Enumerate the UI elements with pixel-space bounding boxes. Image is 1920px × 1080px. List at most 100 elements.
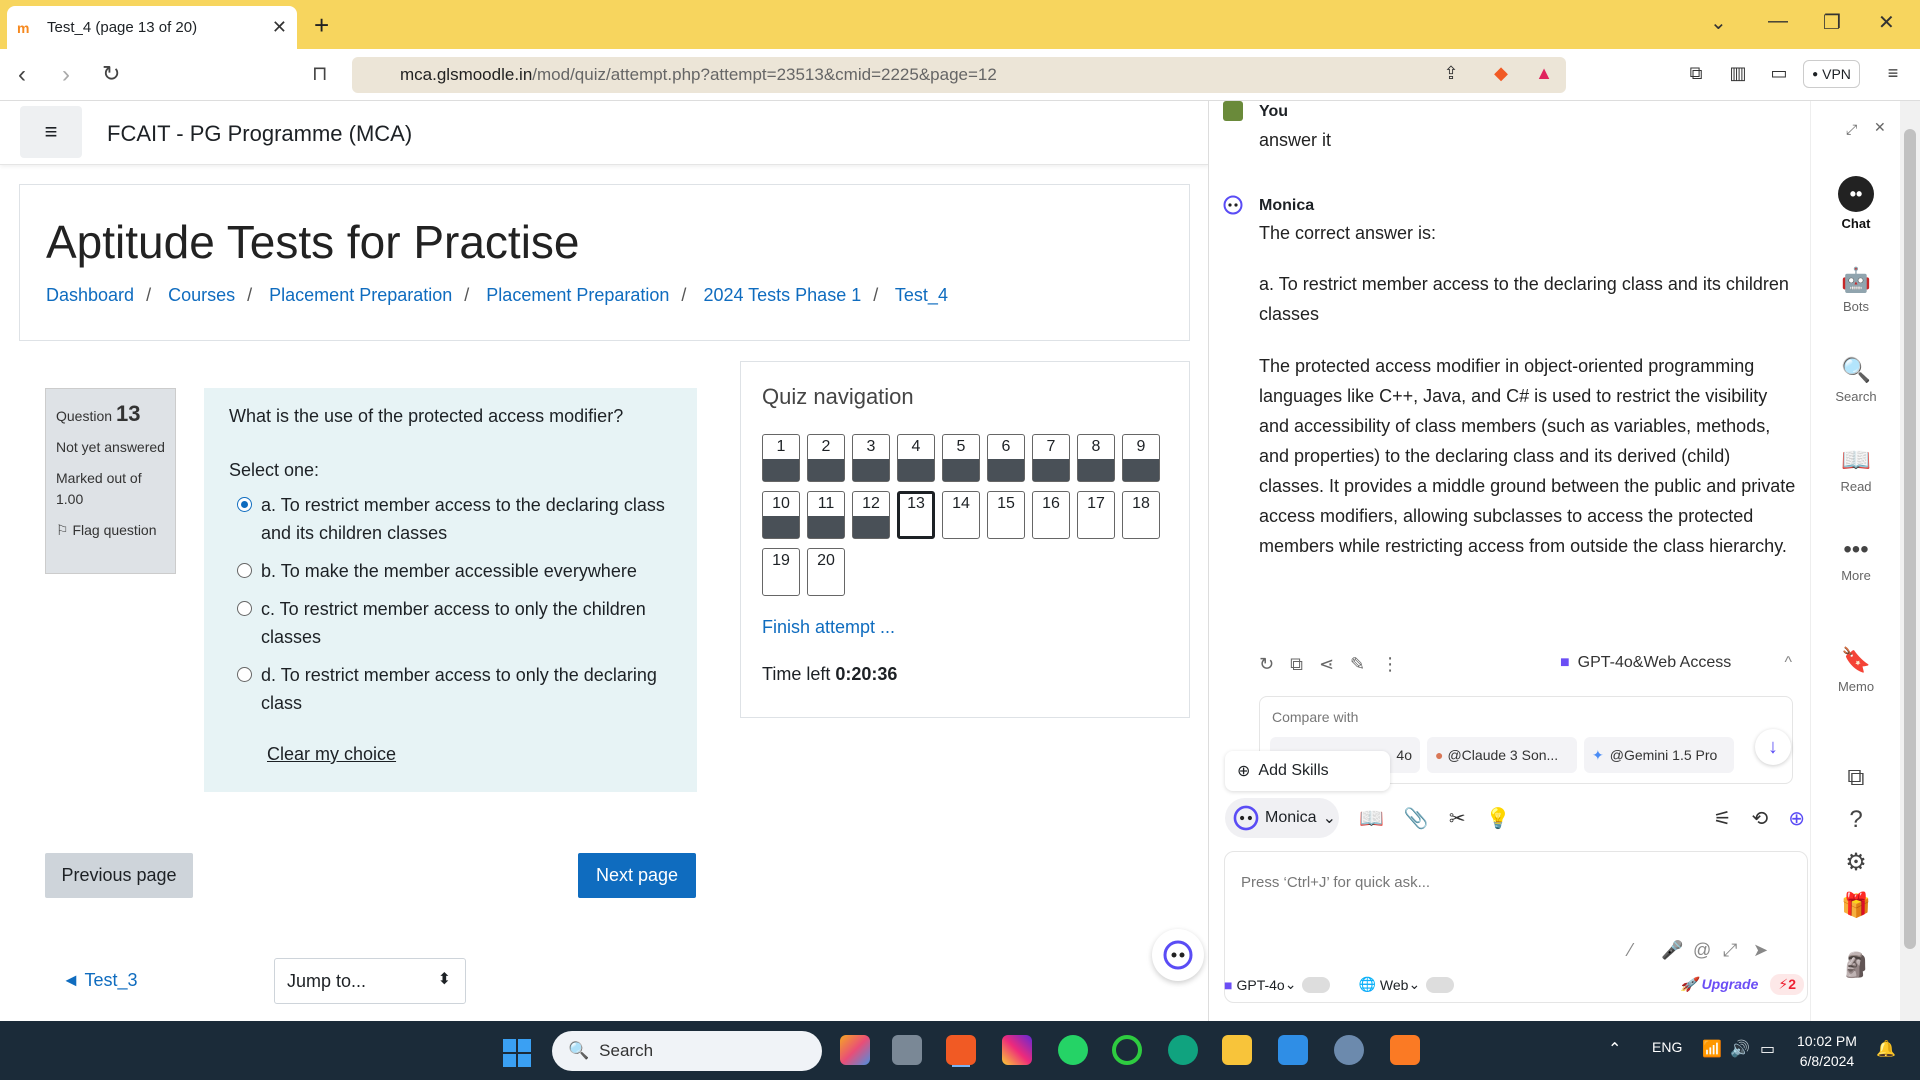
settings-app-icon[interactable] (1334, 1035, 1364, 1065)
language-indicator[interactable]: ENG (1652, 1039, 1682, 1055)
quiz-nav-button[interactable]: 1 (762, 434, 800, 482)
answer-option-a[interactable]: a. To restrict member access to the decl… (229, 491, 672, 547)
upgrade-link[interactable]: 🚀 Upgrade (1680, 976, 1758, 993)
breadcrumb-item[interactable]: Placement Preparation (269, 285, 452, 305)
scissors-icon[interactable]: ✂ (1449, 806, 1466, 831)
flag-question-link[interactable]: ⚐ Flag question (56, 520, 165, 541)
model-toggle[interactable] (1302, 976, 1331, 993)
wifi-icon[interactable]: 📶 (1702, 1039, 1722, 1059)
quiz-nav-button[interactable]: 9 (1122, 434, 1160, 482)
regenerate-icon[interactable]: ↻ (1259, 654, 1274, 675)
at-icon[interactable]: @ (1693, 940, 1711, 961)
web-toggle[interactable] (1426, 976, 1455, 993)
notifications-icon[interactable]: 🔔 (1876, 1039, 1896, 1059)
vpn-button[interactable]: ● VPN (1803, 60, 1860, 88)
add-skills-button[interactable]: ⊕ Add Skills (1225, 751, 1390, 791)
quiz-nav-button[interactable]: 3 (852, 434, 890, 482)
rail-chat[interactable]: •• Chat (1811, 176, 1901, 231)
quiz-nav-button[interactable]: 5 (942, 434, 980, 482)
breadcrumb-item[interactable]: Dashboard (46, 285, 134, 305)
quiz-nav-button[interactable]: 16 (1032, 491, 1070, 539)
brave-browser-icon[interactable] (946, 1035, 976, 1065)
breadcrumb-item[interactable]: Courses (168, 285, 235, 305)
popout-icon[interactable]: ⤢ (1846, 121, 1857, 138)
quiz-nav-button[interactable]: 12 (852, 491, 890, 539)
close-panel-icon[interactable]: ✕ (1874, 119, 1886, 136)
menu-icon[interactable]: ≡ (1882, 63, 1904, 85)
quiz-nav-button[interactable]: 19 (762, 548, 800, 596)
radio-button[interactable] (237, 563, 252, 578)
radio-button[interactable] (237, 667, 252, 682)
magic-wand-icon[interactable]: ✎ (1350, 654, 1365, 675)
battery-icon[interactable]: ▭ (1760, 1039, 1775, 1059)
rail-settings[interactable]: ⚙ (1811, 848, 1901, 881)
hamburger-menu-button[interactable]: ≡ (20, 106, 82, 158)
browser-tab[interactable]: m Test_4 (page 13 of 20) ✕ (7, 6, 297, 49)
breadcrumb-item[interactable]: Test_4 (895, 285, 948, 305)
close-window-button[interactable]: ✕ (1878, 10, 1895, 35)
rail-memo[interactable]: 🔖 Memo (1811, 646, 1901, 694)
settings-sliders-icon[interactable]: ⚟ (1714, 806, 1732, 831)
web-label[interactable]: Web (1380, 977, 1409, 993)
page-scrollbar[interactable] (1900, 101, 1920, 1021)
instagram-icon[interactable] (1002, 1035, 1032, 1065)
answer-option-c[interactable]: c. To restrict member access to only the… (229, 595, 672, 651)
rail-search[interactable]: 🔍 Search (1811, 356, 1901, 404)
quiz-nav-button[interactable]: 7 (1032, 434, 1070, 482)
file-explorer-icon[interactable] (1222, 1035, 1252, 1065)
breadcrumb-item[interactable]: Placement Preparation (486, 285, 669, 305)
mic-icon[interactable]: 🎤 (1661, 940, 1683, 961)
brave-shield-icon[interactable]: ◆ (1490, 63, 1512, 85)
site-name[interactable]: FCAIT - PG Programme (MCA) (107, 121, 412, 147)
rail-devices[interactable]: ⧉ (1811, 764, 1901, 796)
restore-button[interactable]: ❐ (1823, 10, 1841, 35)
tab-list-chevron-icon[interactable]: ⌄ (1710, 10, 1727, 35)
quiz-nav-button[interactable]: 4 (897, 434, 935, 482)
rail-profile[interactable]: 🗿 (1811, 951, 1901, 984)
windows-start-icon[interactable] (503, 1039, 531, 1067)
breadcrumb-item[interactable]: 2024 Tests Phase 1 (703, 285, 861, 305)
previous-page-button[interactable]: Previous page (45, 853, 193, 898)
back-button[interactable]: ‹ (18, 61, 26, 89)
address-bar[interactable]: mca.glsmoodle.in/mod/quiz/attempt.php?at… (352, 57, 1566, 93)
close-tab-icon[interactable]: ✕ (272, 17, 287, 38)
bottom-model-label[interactable]: GPT-4o (1236, 977, 1284, 993)
minimize-button[interactable]: — (1768, 10, 1788, 33)
model-selector[interactable]: ■ GPT-4o&Web Access ^ (1560, 648, 1792, 678)
chatgpt-icon[interactable] (1168, 1035, 1198, 1065)
quiz-nav-button[interactable]: 20 (807, 548, 845, 596)
answer-option-b[interactable]: b. To make the member accessible everywh… (229, 557, 672, 585)
copy-icon[interactable]: ⧉ (1290, 654, 1303, 675)
xampp-icon[interactable] (1390, 1035, 1420, 1065)
wallet-icon[interactable]: ▭ (1768, 63, 1790, 85)
quiz-nav-button[interactable]: 15 (987, 491, 1025, 539)
rail-help[interactable]: ? (1811, 806, 1901, 838)
reload-button[interactable]: ↻ (102, 61, 120, 87)
finish-attempt-link[interactable]: Finish attempt ... (762, 617, 895, 638)
radio-button[interactable] (237, 497, 252, 512)
quiz-nav-button[interactable]: 17 (1077, 491, 1115, 539)
history-icon[interactable]: ⟲ (1751, 806, 1768, 831)
scroll-down-button[interactable]: ↓ (1755, 729, 1791, 765)
rail-more[interactable]: ••• More (1811, 536, 1901, 583)
taskbar-clock[interactable]: 10:02 PM 6/8/2024 (1797, 1031, 1857, 1071)
forward-button[interactable]: › (62, 61, 70, 89)
bot-selector[interactable]: Monica ⌄ (1225, 798, 1339, 838)
quiz-nav-button[interactable]: 6 (987, 434, 1025, 482)
attach-icon[interactable]: 📎 (1404, 806, 1429, 831)
compare-chip[interactable]: ✦ @Gemini 1.5 Pro (1584, 737, 1734, 773)
show-hidden-icons[interactable]: ⌃ (1608, 1039, 1621, 1059)
monica-float-button[interactable] (1152, 929, 1204, 981)
quiz-nav-button[interactable]: 8 (1077, 434, 1115, 482)
new-tab-button[interactable]: + (314, 10, 329, 41)
scrollbar-thumb[interactable] (1904, 129, 1916, 949)
rail-gift[interactable]: 🎁 (1811, 891, 1901, 924)
wand-icon[interactable]: ⁄ (1629, 940, 1632, 961)
quiz-nav-button[interactable]: 11 (807, 491, 845, 539)
whatsapp-icon[interactable] (1058, 1035, 1088, 1065)
quiz-nav-button[interactable]: 18 (1122, 491, 1160, 539)
radio-button[interactable] (237, 601, 252, 616)
new-chat-icon[interactable]: ⊕ (1788, 806, 1805, 831)
next-page-button[interactable]: Next page (578, 853, 696, 898)
quiz-nav-button[interactable]: 10 (762, 491, 800, 539)
